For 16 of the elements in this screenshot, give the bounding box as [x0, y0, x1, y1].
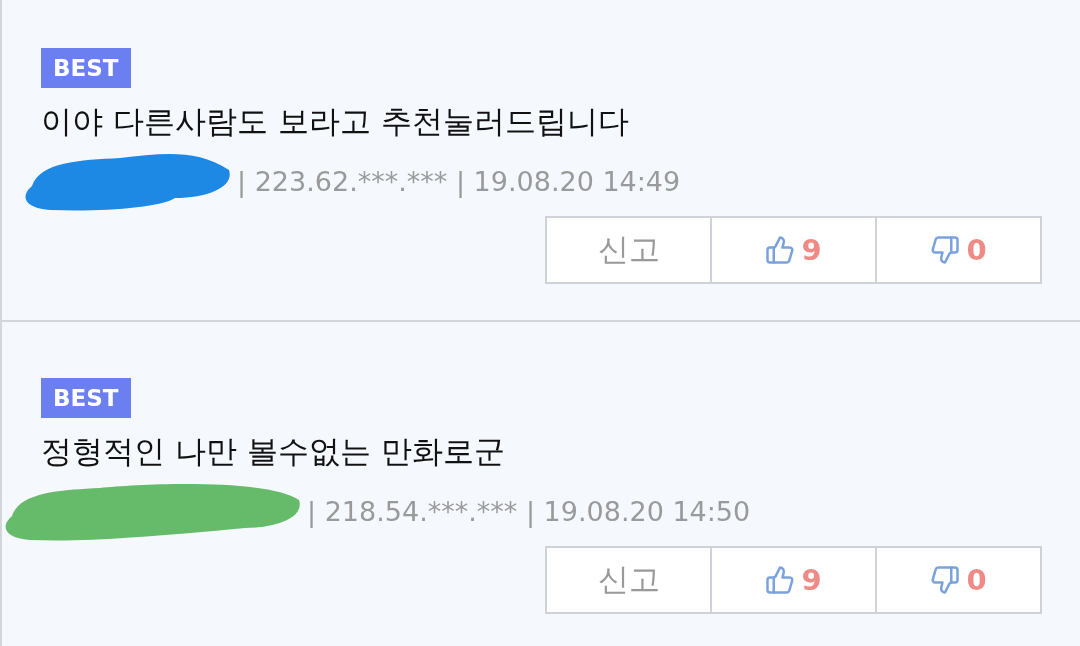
thumbs-up-icon [765, 235, 796, 265]
comment-text: 이야 다른사람도 보라고 추천눌러드립니다 [41, 102, 629, 141]
best-badge: BEST [41, 48, 131, 88]
thumbs-down-icon [930, 235, 961, 265]
like-button[interactable]: 9 [710, 216, 877, 284]
thumbs-up-icon [765, 565, 796, 595]
report-button[interactable]: 신고 [545, 216, 712, 284]
thumbs-down-icon [930, 565, 961, 595]
best-badge: BEST [41, 378, 131, 418]
dislike-button[interactable]: 0 [875, 216, 1042, 284]
comment-text: 정형적인 나만 볼수없는 만화로군 [41, 432, 505, 471]
comment-meta: | 218.54.***.*** | 19.08.20 14:50 [307, 495, 751, 527]
report-button[interactable]: 신고 [545, 546, 712, 614]
like-button[interactable]: 9 [710, 546, 877, 614]
comment-meta: | 223.62.***.*** | 19.08.20 14:49 [237, 165, 681, 197]
dislike-button[interactable]: 0 [875, 546, 1042, 614]
